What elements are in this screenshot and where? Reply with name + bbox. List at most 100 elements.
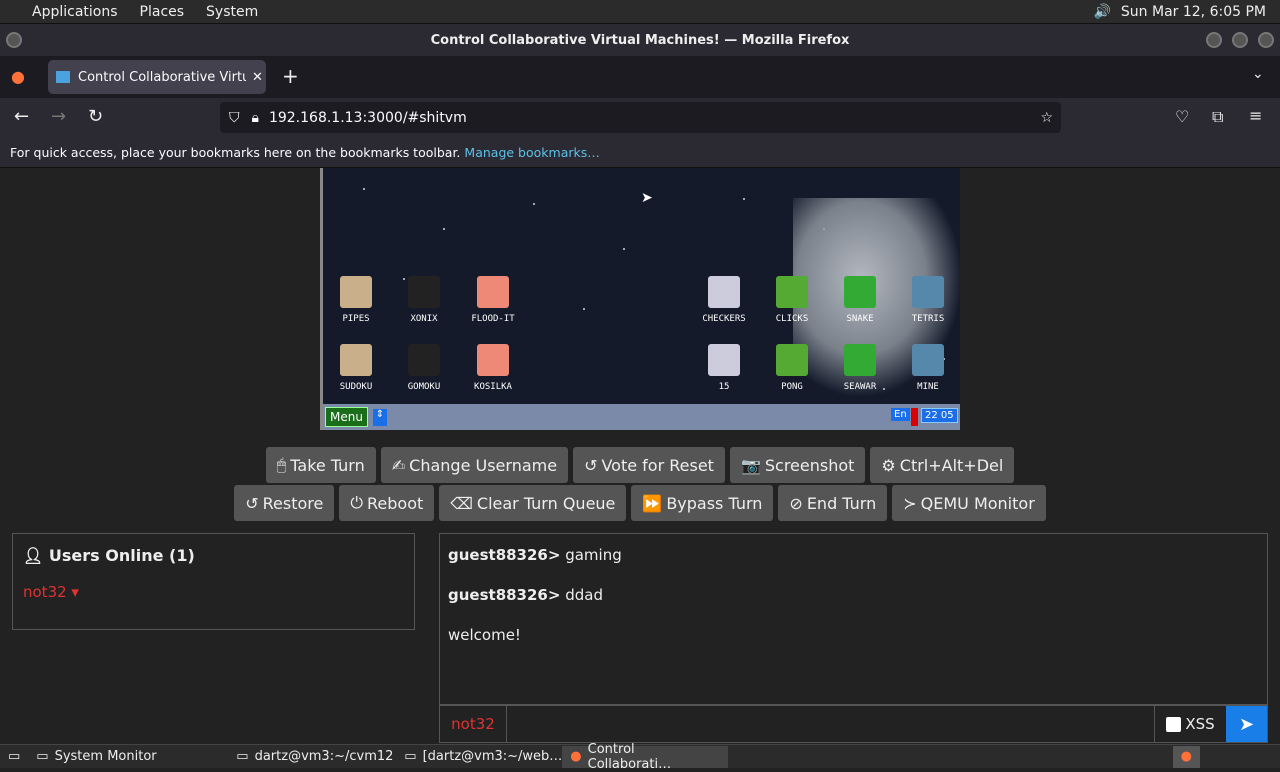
vm-icon-checkers[interactable]: CHECKERS	[689, 276, 759, 324]
take-turn-button[interactable]: 🖱 Take Turn	[265, 447, 376, 483]
shield-icon[interactable]: ⛉	[229, 110, 240, 126]
vm-icon-label: FLOOD-IT	[471, 314, 515, 324]
nav-bar: ← → ↻ ⛉ 🔒︎ 192.168.1.13:3000/#shitvm ☆ ♡…	[0, 98, 1280, 138]
vm-icon-mine[interactable]: MINE	[893, 344, 960, 392]
volume-icon[interactable]: 🔊	[1093, 4, 1110, 20]
game-icon	[708, 344, 740, 376]
vm-icon-xonix[interactable]: XONIX	[389, 276, 459, 324]
clock[interactable]: Sun Mar 12, 6:05 PM	[1121, 4, 1266, 20]
chat-username: guest88326>	[448, 546, 561, 564]
vote-for-reset-button[interactable]: ↺ Vote for Reset	[573, 447, 725, 483]
button-label: Screenshot	[764, 455, 855, 475]
workspace-switcher-icon[interactable]: ●	[1172, 745, 1200, 768]
vm-screen[interactable]: ➤ PIPES XONIX FLOOD-IT CHECKERS CLICKS SNAKE T…	[320, 168, 960, 430]
reload-icon[interactable]: ↻	[88, 106, 103, 127]
system-menu[interactable]: System	[206, 4, 258, 20]
show-desktop-icon[interactable]: ▭	[0, 746, 28, 768]
vm-icon-sudoku[interactable]: SUDOKU	[323, 344, 391, 392]
reboot-button[interactable]: ⏻ Reboot	[339, 485, 435, 521]
lock-icon[interactable]: 🔒︎	[252, 110, 259, 126]
applications-menu[interactable]: Applications	[32, 4, 118, 20]
vm-icon-label: KOSILKA	[474, 382, 512, 392]
game-icon	[912, 276, 944, 308]
pocket-icon[interactable]: ♡	[1175, 107, 1189, 126]
user-icon: 👤︎	[23, 546, 44, 565]
vm-lang-indicator[interactable]: En	[891, 408, 910, 421]
url-text[interactable]: 192.168.1.13:3000/#shitvm	[269, 110, 467, 126]
tab-control-cvm[interactable]: Control Collaborative Virtua ✕	[48, 60, 266, 94]
vm-icon-kosilka[interactable]: KOSILKA	[458, 344, 528, 392]
qemu-monitor-button[interactable]: ≻ QEMU Monitor	[892, 485, 1046, 521]
taskbar-label: Control Collaborati…	[587, 741, 672, 772]
vm-icon-pipes[interactable]: PIPES	[323, 276, 391, 324]
tab-list-chevron-down-icon[interactable]: ⌄	[1252, 66, 1264, 82]
vm-icon-clicks[interactable]: CLICKS	[757, 276, 827, 324]
extensions-icon[interactable]: ⧉	[1212, 107, 1223, 127]
button-icon: ↺	[584, 455, 598, 475]
checkbox-icon[interactable]	[1166, 716, 1182, 732]
taskbar-item-terminal-2[interactable]: ▭ [dartz@vm3:~/web…	[396, 746, 562, 768]
bookmark-star-icon[interactable]: ☆	[1040, 110, 1053, 126]
button-label: Vote for Reset	[601, 455, 714, 475]
vm-icon-flood-it[interactable]: FLOOD-IT	[458, 276, 528, 324]
window-title: Control Collaborative Virtual Machines! …	[430, 32, 850, 48]
vm-icon-pong[interactable]: PONG	[757, 344, 827, 392]
page-content: ➤ PIPES XONIX FLOOD-IT CHECKERS CLICKS SNAKE T…	[0, 168, 1280, 744]
game-icon	[340, 344, 372, 376]
hamburger-menu-icon[interactable]: ≡	[1249, 106, 1262, 125]
screenshot-button[interactable]: 📷 Screenshot	[729, 447, 866, 483]
chat-username: guest88326>	[448, 586, 561, 604]
chat-username-button[interactable]: not32	[440, 706, 507, 742]
vm-taskbar: Menu ⇕ En 22 05	[323, 404, 960, 430]
button-label: Reboot	[367, 493, 424, 513]
taskbar-label: [dartz@vm3:~/web…	[422, 749, 563, 764]
close-window-icon[interactable]	[1258, 32, 1274, 48]
taskbar-item-terminal-1[interactable]: ▭ dartz@vm3:~/cvm12	[228, 746, 396, 768]
change-username-button[interactable]: ✍ Change Username	[380, 447, 569, 483]
places-menu[interactable]: Places	[140, 4, 185, 20]
ctrl-alt-del-button[interactable]: ⚙ Ctrl+Alt+Del	[870, 447, 1015, 483]
vm-icon-seawar[interactable]: SEAWAR	[825, 344, 895, 392]
restore-button[interactable]: ↺ Restore	[234, 485, 335, 521]
xss-checkbox[interactable]: XSS	[1154, 706, 1226, 742]
taskbar-item-firefox[interactable]: ● Control Collaborati…	[562, 742, 729, 772]
send-button[interactable]: ➤	[1226, 706, 1267, 742]
vm-icon-snake[interactable]: SNAKE	[825, 276, 895, 324]
user-list-item[interactable]: not32	[23, 583, 67, 601]
game-icon	[776, 344, 808, 376]
vm-icon-15[interactable]: 15	[689, 344, 759, 392]
vm-icon-tetris[interactable]: TETRIS	[893, 276, 960, 324]
vm-icon-gomoku[interactable]: GOMOKU	[389, 344, 459, 392]
maximize-icon[interactable]	[1232, 32, 1248, 48]
firefox-icon[interactable]: ●	[11, 67, 25, 86]
vm-switch-icon[interactable]: ⇕	[373, 409, 387, 426]
vm-icon-label: 15	[718, 382, 730, 392]
back-icon[interactable]: ←	[14, 106, 29, 127]
url-bar[interactable]: ⛉ 🔒︎ 192.168.1.13:3000/#shitvm ☆	[220, 102, 1061, 133]
new-tab-button[interactable]: +	[282, 64, 299, 88]
window-titlebar: Control Collaborative Virtual Machines! …	[0, 24, 1280, 56]
bypass-turn-button[interactable]: ⏩ Bypass Turn	[631, 485, 774, 521]
window-icon: ▭	[36, 749, 49, 764]
tab-close-icon[interactable]: ✕	[252, 70, 263, 85]
top-panel: Applications Places System 🔊 Sun Mar 12,…	[0, 0, 1280, 24]
chat-message: ddad	[560, 586, 603, 604]
minimize-icon[interactable]	[1206, 32, 1222, 48]
clear-turn-queue-button[interactable]: ⌫ Clear Turn Queue	[439, 485, 627, 521]
window-menu-icon[interactable]	[6, 32, 22, 48]
chat-input[interactable]	[507, 706, 1154, 742]
button-label: End Turn	[806, 493, 877, 513]
vm-menu-button[interactable]: Menu	[325, 407, 368, 427]
bookmarks-hint: For quick access, place your bookmarks h…	[10, 145, 461, 160]
forward-icon[interactable]: →	[51, 106, 66, 127]
manage-bookmarks-link[interactable]: Manage bookmarks…	[464, 145, 599, 160]
taskbar-item-system-monitor[interactable]: ▭ System Monitor	[28, 746, 228, 768]
button-icon: ≻	[903, 493, 917, 513]
button-label: Bypass Turn	[666, 493, 763, 513]
button-icon: ⚙	[881, 455, 896, 475]
xss-label: XSS	[1185, 715, 1215, 733]
vm-icon-label: XONIX	[410, 314, 438, 324]
end-turn-button[interactable]: ⊘ End Turn	[778, 485, 888, 521]
vm-clock[interactable]: 22 05	[921, 408, 958, 423]
vm-icon-label: SNAKE	[846, 314, 874, 324]
